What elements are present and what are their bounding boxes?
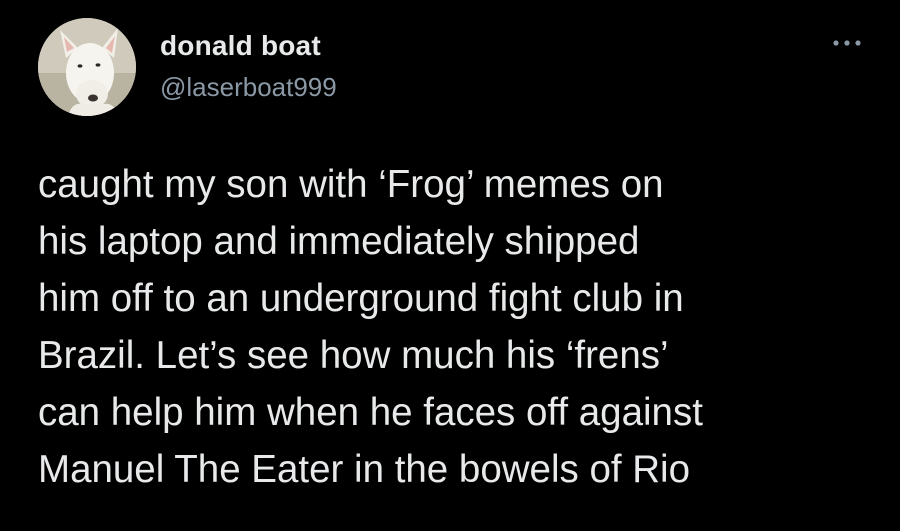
author-handle[interactable]: @laserboat999 xyxy=(160,72,337,103)
tweet-text: caught my son with ‘Frog’ memes on his l… xyxy=(38,163,703,491)
tweet-card: donald boat @laserboat999 caught my son … xyxy=(0,0,900,531)
author-display-name[interactable]: donald boat xyxy=(160,30,321,62)
more-options-button[interactable] xyxy=(826,28,870,54)
more-options-icon xyxy=(833,40,861,46)
author-avatar[interactable] xyxy=(38,18,136,116)
bull-terrier-avatar-icon xyxy=(38,18,136,116)
